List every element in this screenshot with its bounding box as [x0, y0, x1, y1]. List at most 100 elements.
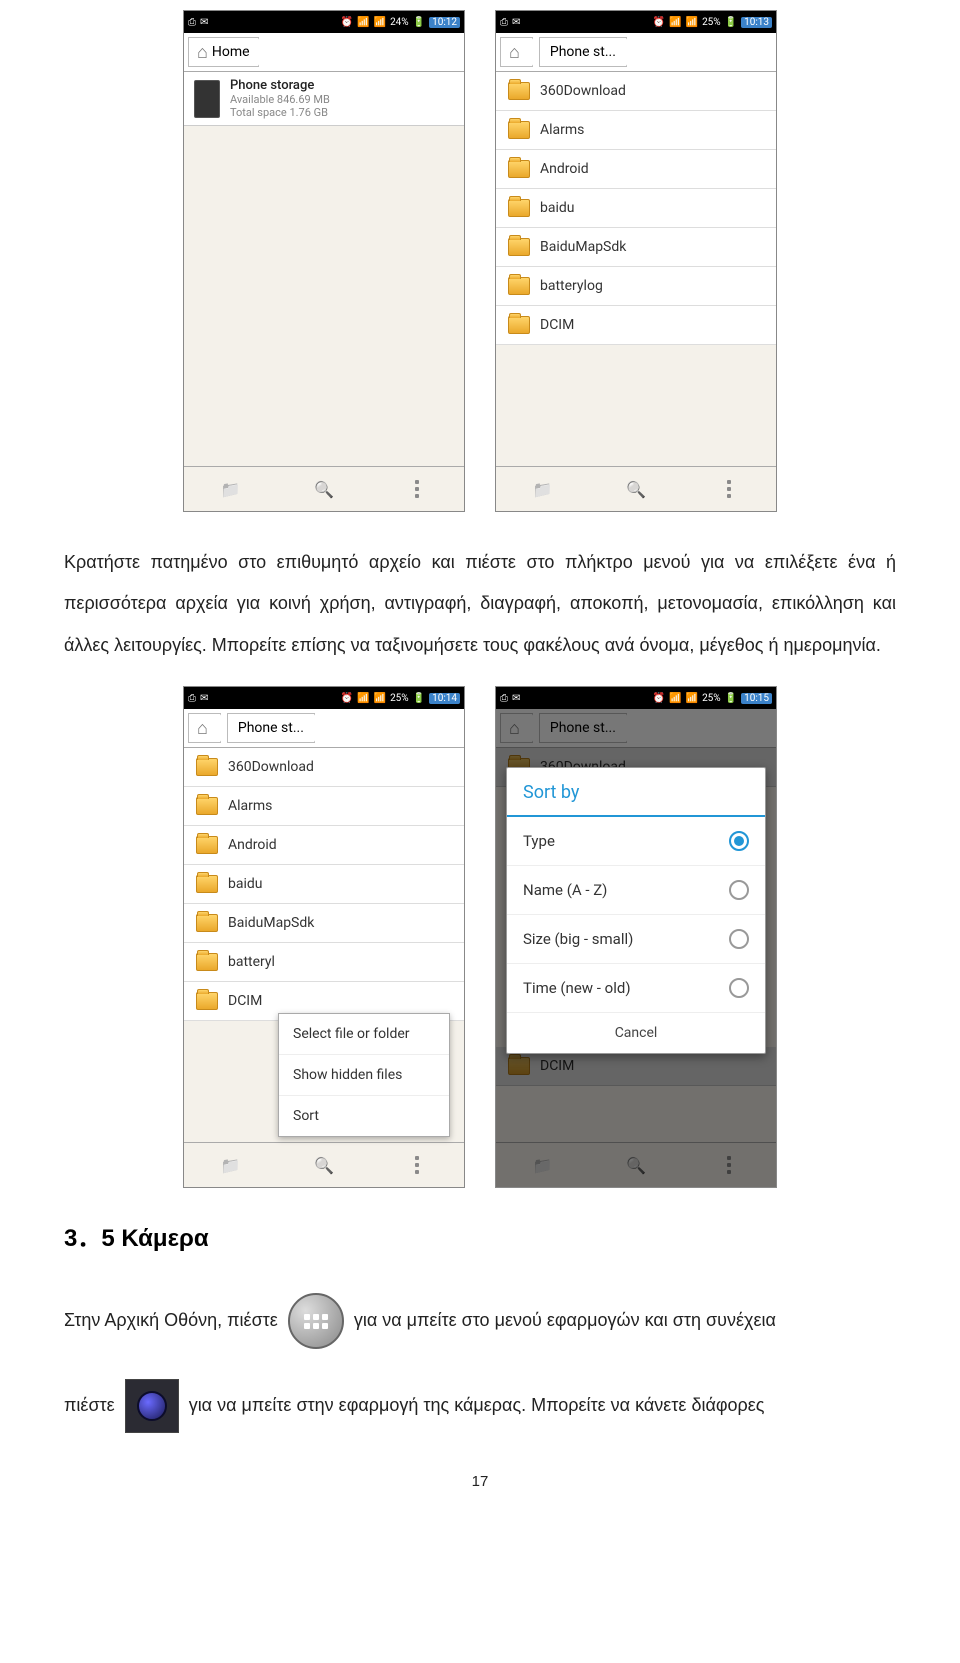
status-bar: ⎙✉ ⏰📶📶 25% 🔋 10:13 — [496, 11, 776, 33]
folder-icon — [196, 797, 218, 815]
search-button[interactable] — [589, 467, 682, 511]
add-folder-icon — [221, 1155, 241, 1176]
screenshot-3: ⎙✉ ⏰📶📶 25%🔋 10:14 Phone st... 360Downloa… — [183, 686, 465, 1188]
folder-icon — [196, 875, 218, 893]
folder-icon — [508, 277, 530, 295]
radio-icon — [729, 978, 749, 998]
status-bar: ⎙✉ ⏰ 📶 📶 24% 🔋 10:12 — [184, 11, 464, 33]
folder-icon — [196, 914, 218, 932]
radio-icon — [729, 831, 749, 851]
battery-text: 24% — [390, 17, 409, 28]
add-folder-button[interactable] — [184, 1143, 277, 1187]
bottom-bar — [184, 466, 464, 511]
overflow-icon — [415, 480, 419, 498]
storage-row[interactable]: Phone storage Available 846.69 MB Total … — [184, 72, 464, 126]
search-button[interactable] — [277, 467, 370, 511]
breadcrumb-phone-storage[interactable]: Phone st... — [227, 713, 315, 743]
home-icon — [197, 718, 212, 739]
wifi-icon: 📶 — [357, 17, 369, 28]
folder-row[interactable]: BaiduMapSdk — [184, 904, 464, 943]
folder-row[interactable]: Alarms — [496, 111, 776, 150]
search-icon — [626, 479, 646, 500]
folder-icon — [508, 121, 530, 139]
overflow-button[interactable] — [683, 467, 776, 511]
section-heading: 3．5 Κάμερα — [64, 1218, 896, 1253]
overflow-icon — [415, 1156, 419, 1174]
overflow-button[interactable] — [371, 467, 464, 511]
folder-row[interactable]: 360Download — [496, 72, 776, 111]
body-paragraph: Κρατήστε πατημένο στο επιθυμητό αρχείο κ… — [64, 542, 896, 666]
folder-row[interactable]: Alarms — [184, 787, 464, 826]
dialog-title: Sort by — [507, 768, 765, 817]
add-folder-button[interactable] — [496, 467, 589, 511]
sort-option-size[interactable]: Size (big - small) — [507, 915, 765, 964]
sort-option-type[interactable]: Type — [507, 817, 765, 866]
bottom-bar — [184, 1142, 464, 1187]
radio-icon — [729, 929, 749, 949]
overflow-button[interactable] — [371, 1143, 464, 1187]
overflow-menu: Select file or folder Show hidden files … — [278, 1013, 450, 1137]
storage-title: Phone storage — [230, 78, 330, 93]
body-line: πιέστε για να μπείτε στην εφαρμογή της κ… — [64, 1379, 896, 1433]
alarm-icon: ⏰ — [341, 17, 353, 28]
home-icon — [509, 42, 524, 63]
sort-option-time[interactable]: Time (new - old) — [507, 964, 765, 1013]
folder-row[interactable]: BaiduMapSdk — [496, 228, 776, 267]
screenshot-1: ⎙✉ ⏰ 📶 📶 24% 🔋 10:12 Home Phone storage — [183, 10, 465, 512]
folder-icon — [508, 316, 530, 334]
folder-icon — [508, 199, 530, 217]
folder-row[interactable]: Android — [496, 150, 776, 189]
folder-icon — [508, 238, 530, 256]
breadcrumb: Phone st... — [184, 709, 464, 748]
folder-icon — [508, 82, 530, 100]
usb-icon: ⎙ — [188, 17, 196, 28]
folder-row[interactable]: baidu — [496, 189, 776, 228]
folder-row[interactable]: Android — [184, 826, 464, 865]
home-icon — [197, 42, 212, 63]
status-bar: ⎙✉ ⏰📶📶 25%🔋 10:15 — [496, 687, 776, 709]
clock: 10:12 — [429, 17, 460, 28]
folder-icon — [196, 758, 218, 776]
folder-row[interactable]: batteryl — [184, 943, 464, 982]
folder-row[interactable]: baidu — [184, 865, 464, 904]
signal-icon: 📶 — [374, 17, 386, 28]
search-icon — [314, 1155, 334, 1176]
folder-row[interactable]: batterylog — [496, 267, 776, 306]
add-folder-icon — [533, 479, 553, 500]
menu-show-hidden[interactable]: Show hidden files — [279, 1055, 449, 1096]
breadcrumb: Home — [184, 33, 464, 72]
breadcrumb-home[interactable]: Home — [188, 37, 259, 67]
apps-grid-icon — [288, 1293, 344, 1349]
radio-icon — [729, 880, 749, 900]
add-folder-icon — [221, 479, 241, 500]
folder-icon — [508, 160, 530, 178]
folder-icon — [196, 953, 218, 971]
sort-dialog: Sort by Type Name (A - Z) Size (big - sm… — [506, 767, 766, 1054]
menu-select-file[interactable]: Select file or folder — [279, 1014, 449, 1055]
body-line: Στην Αρχική Οθόνη, πιέστε για να μπείτε … — [64, 1293, 896, 1349]
folder-row[interactable]: DCIM — [496, 306, 776, 345]
folder-icon — [196, 992, 218, 1010]
breadcrumb: Phone st... — [496, 33, 776, 72]
battery-icon: 🔋 — [413, 17, 425, 28]
screenshot-4: ⎙✉ ⏰📶📶 25%🔋 10:15 Phone st... 360Downloa… — [495, 686, 777, 1188]
storage-available: Available 846.69 MB — [230, 93, 330, 106]
breadcrumb-phone-storage[interactable]: Phone st... — [539, 37, 627, 67]
page-number: 17 — [60, 1473, 900, 1490]
camera-icon — [125, 1379, 179, 1433]
storage-total: Total space 1.76 GB — [230, 106, 330, 119]
folder-icon — [196, 836, 218, 854]
dialog-cancel-button[interactable]: Cancel — [507, 1013, 765, 1053]
breadcrumb-home[interactable] — [188, 713, 221, 743]
menu-sort[interactable]: Sort — [279, 1096, 449, 1136]
storage-icon — [194, 80, 220, 118]
status-bar: ⎙✉ ⏰📶📶 25%🔋 10:14 — [184, 687, 464, 709]
folder-row[interactable]: 360Download — [184, 748, 464, 787]
search-icon — [314, 479, 334, 500]
search-button[interactable] — [277, 1143, 370, 1187]
sort-option-name[interactable]: Name (A - Z) — [507, 866, 765, 915]
overflow-icon — [727, 480, 731, 498]
add-folder-button[interactable] — [184, 467, 277, 511]
screenshot-2: ⎙✉ ⏰📶📶 25% 🔋 10:13 Phone st... 360Downlo… — [495, 10, 777, 512]
breadcrumb-home[interactable] — [500, 37, 533, 67]
